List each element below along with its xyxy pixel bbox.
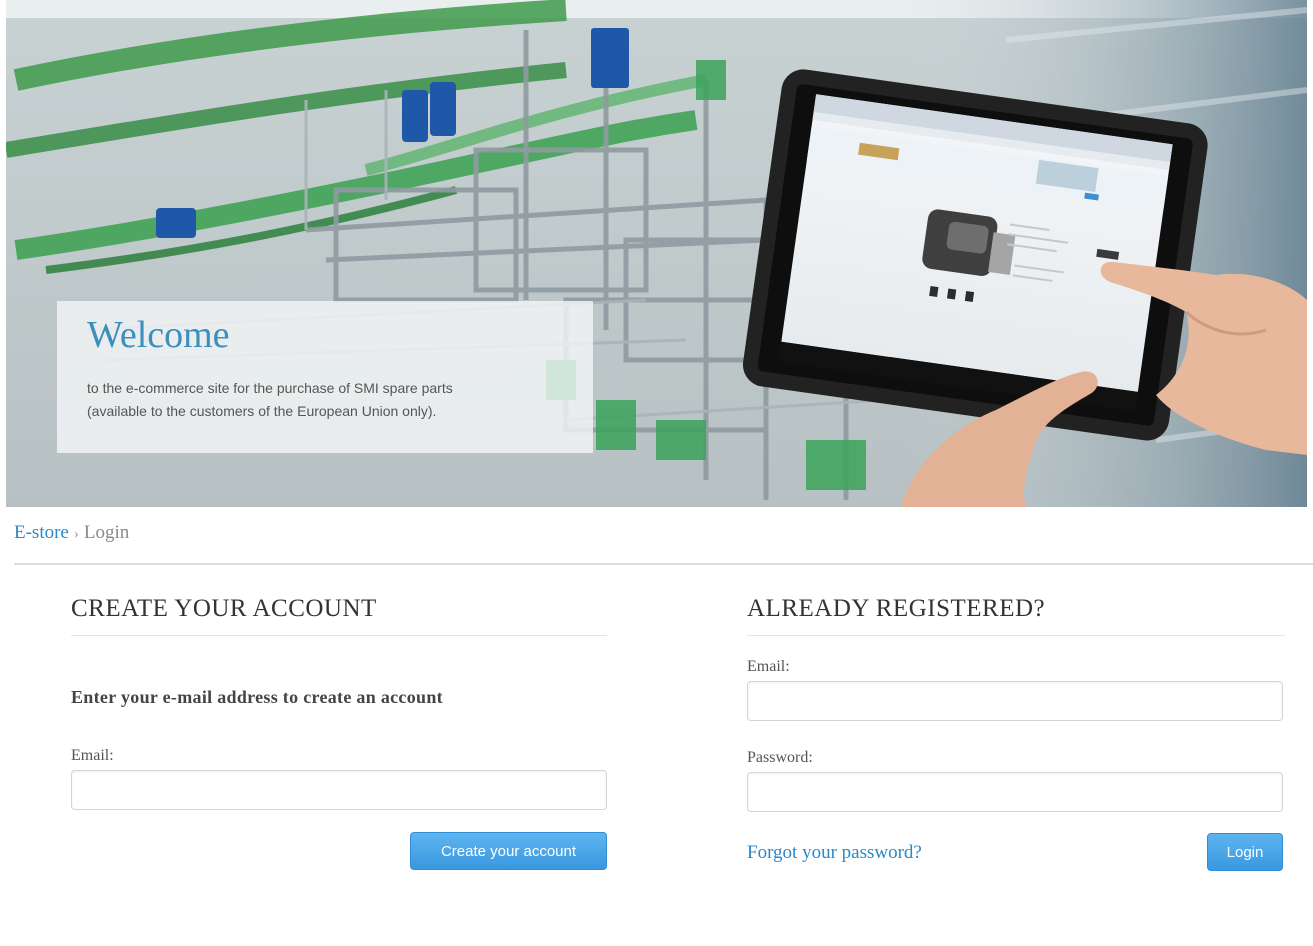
forgot-password-link[interactable]: Forgot your password?: [747, 842, 922, 864]
breadcrumb-current: Login: [83, 522, 130, 543]
login-email-input[interactable]: [747, 681, 1283, 721]
login-email-label: Email:: [747, 658, 790, 675]
create-account-subheading: Enter your e-mail address to create an a…: [71, 687, 443, 707]
create-email-label: Email:: [71, 747, 114, 764]
welcome-panel: Welcome to the e-commerce site for the p…: [57, 301, 593, 453]
login-password-label: Password:: [747, 749, 813, 766]
breadcrumb-home-link[interactable]: E-store: [14, 522, 69, 543]
welcome-text: to the e-commerce site for the purchase …: [87, 377, 587, 423]
login-heading: ALREADY REGISTERED?: [747, 595, 1285, 636]
login-button[interactable]: Login: [1207, 833, 1283, 871]
create-email-input[interactable]: [71, 770, 607, 810]
login-password-input[interactable]: [747, 772, 1283, 812]
welcome-title: Welcome: [87, 314, 230, 356]
login-section: ALREADY REGISTERED? Email: Password: For…: [747, 595, 1285, 871]
create-account-section: CREATE YOUR ACCOUNT Enter your e-mail ad…: [71, 595, 607, 870]
welcome-text-line2: (available to the customers of the Europ…: [87, 403, 437, 419]
hero-banner: Welcome to the e-commerce site for the p…: [6, 0, 1307, 507]
breadcrumb: E-store › Login: [14, 522, 129, 544]
section-divider: [14, 563, 1313, 565]
breadcrumb-separator: ›: [73, 526, 79, 542]
create-account-button[interactable]: Create your account: [410, 832, 607, 870]
welcome-text-line1: to the e-commerce site for the purchase …: [87, 380, 453, 396]
login-page: Welcome to the e-commerce site for the p…: [0, 0, 1313, 946]
create-account-heading: CREATE YOUR ACCOUNT: [71, 595, 607, 636]
